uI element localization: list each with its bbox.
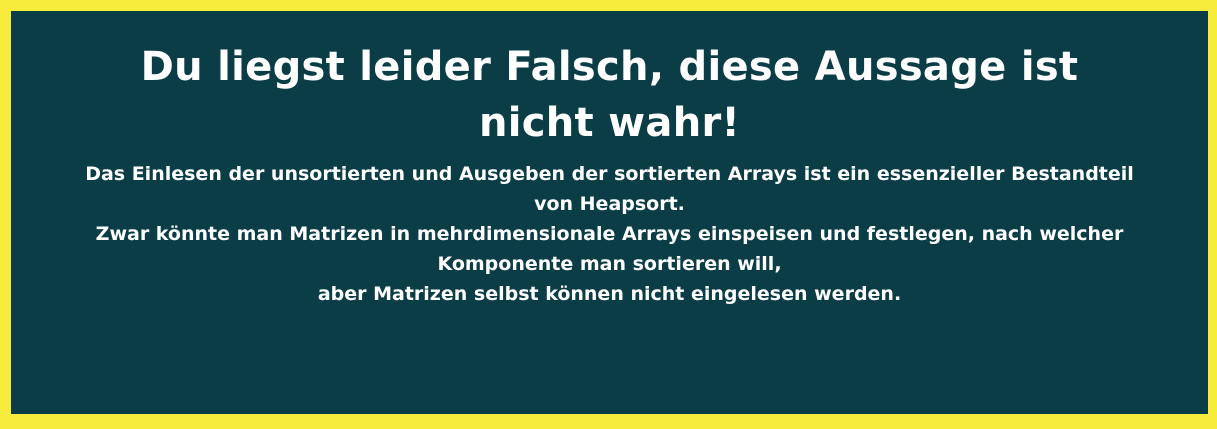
explanation-line: aber Matrizen selbst können nicht eingel… [317,283,902,305]
explanation-line: Komponente man sortieren will, [437,253,782,275]
headline-line: nicht wahr! [478,100,741,146]
headline-line: Du liegst leider Falsch, diese Aussage i… [140,44,1079,90]
feedback-panel: Du liegst leider Falsch, diese Aussage i… [11,11,1208,414]
feedback-explanation: Das Einlesen der unsortierten und Ausgeb… [41,159,1178,309]
feedback-frame: Du liegst leider Falsch, diese Aussage i… [0,0,1217,429]
explanation-line: Das Einlesen der unsortierten und Ausgeb… [85,163,1134,185]
explanation-line: Zwar könnte man Matrizen in mehrdimensio… [95,223,1124,245]
feedback-headline: Du liegst leider Falsch, diese Aussage i… [71,39,1148,151]
explanation-line: von Heapsort. [534,193,685,215]
